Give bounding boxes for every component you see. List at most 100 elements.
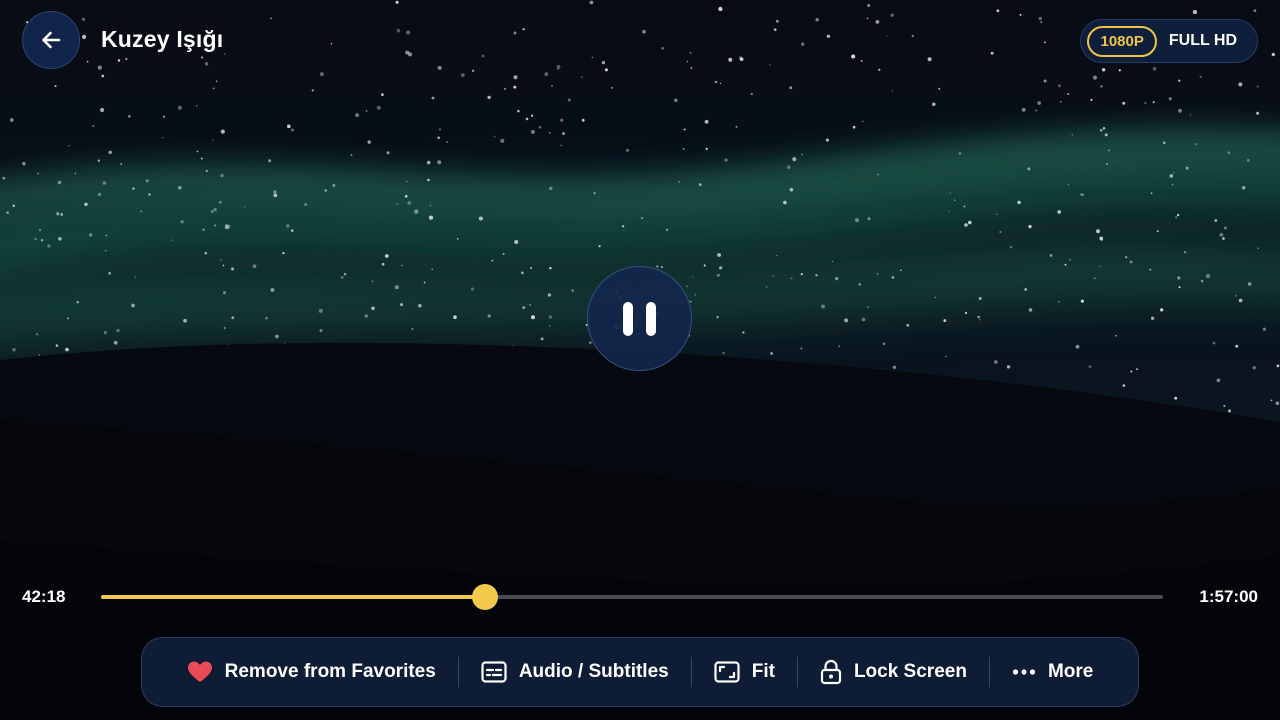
more-button[interactable]: More: [990, 638, 1115, 706]
star: [97, 65, 102, 70]
back-button[interactable]: [22, 11, 80, 69]
seek-bar[interactable]: [101, 584, 1163, 610]
star: [996, 9, 1000, 13]
star: [426, 160, 431, 165]
star: [97, 159, 100, 162]
star: [604, 68, 608, 72]
star: [776, 254, 778, 257]
star: [431, 268, 433, 271]
star: [851, 54, 856, 59]
star: [581, 118, 585, 122]
more-dots-icon: [1012, 668, 1036, 676]
star: [428, 215, 434, 220]
star: [1172, 171, 1175, 174]
pause-button[interactable]: [587, 266, 692, 371]
heart-icon: [187, 660, 213, 684]
star: [1150, 192, 1153, 195]
star: [789, 86, 793, 90]
star: [290, 229, 294, 232]
star: [132, 187, 135, 190]
star: [431, 96, 435, 100]
star: [214, 224, 217, 227]
star: [513, 31, 517, 35]
audio-subtitles-button[interactable]: Audio / Subtitles: [459, 638, 691, 706]
star: [692, 276, 694, 278]
star: [948, 210, 950, 213]
star: [1185, 166, 1189, 170]
star: [437, 160, 442, 165]
star: [1189, 114, 1192, 116]
star: [1071, 134, 1073, 136]
star: [1099, 128, 1103, 132]
star: [401, 264, 404, 267]
star: [1200, 279, 1204, 283]
star: [666, 228, 669, 231]
star: [1006, 365, 1011, 369]
star: [742, 331, 745, 334]
star: [330, 42, 333, 45]
quality-indicator[interactable]: 1080P FULL HD: [1080, 19, 1258, 63]
star: [407, 201, 411, 205]
fit-button[interactable]: Fit: [692, 638, 797, 706]
star: [877, 173, 879, 176]
star: [446, 141, 448, 143]
star: [821, 304, 825, 309]
star: [892, 365, 897, 370]
star: [993, 360, 998, 364]
star: [38, 354, 41, 356]
star: [88, 233, 93, 237]
lock-screen-button[interactable]: Lock Screen: [798, 638, 989, 706]
star: [243, 205, 246, 208]
star: [661, 47, 665, 50]
star: [38, 229, 42, 232]
star: [513, 75, 518, 80]
star: [589, 0, 594, 5]
star: [718, 6, 723, 12]
seek-handle[interactable]: [471, 584, 498, 610]
star: [1253, 9, 1257, 12]
star: [876, 273, 879, 275]
star: [801, 42, 805, 46]
star: [471, 69, 475, 72]
star: [76, 300, 79, 304]
star: [134, 276, 137, 278]
star: [223, 327, 226, 329]
star: [282, 251, 285, 255]
star: [1175, 216, 1178, 219]
star: [825, 138, 829, 142]
star: [958, 152, 962, 155]
audio-subtitles-label: Audio / Subtitles: [518, 661, 669, 682]
star: [213, 207, 217, 212]
remove-favorite-button[interactable]: Remove from Favorites: [165, 638, 458, 706]
star: [223, 291, 226, 295]
star: [117, 59, 121, 62]
star: [201, 56, 204, 59]
star: [882, 342, 886, 346]
star: [750, 92, 753, 96]
star: [866, 17, 869, 20]
star: [1227, 409, 1232, 413]
star: [200, 157, 203, 160]
star: [1059, 100, 1062, 103]
star: [891, 90, 894, 92]
star: [906, 323, 910, 327]
star: [68, 144, 70, 147]
star: [423, 281, 426, 284]
star: [116, 328, 120, 333]
star: [705, 147, 708, 151]
star: [529, 266, 533, 270]
star: [954, 199, 956, 201]
star: [835, 276, 839, 281]
star: [581, 76, 583, 78]
star: [1106, 163, 1108, 165]
star: [703, 264, 706, 267]
star: [1081, 193, 1084, 197]
video-title: Kuzey Işığı: [101, 26, 224, 52]
star: [1058, 301, 1060, 303]
star: [438, 128, 442, 131]
star: [769, 64, 771, 66]
star: [400, 303, 404, 307]
star: [1176, 213, 1180, 217]
star: [6, 211, 9, 214]
star: [35, 333, 39, 336]
